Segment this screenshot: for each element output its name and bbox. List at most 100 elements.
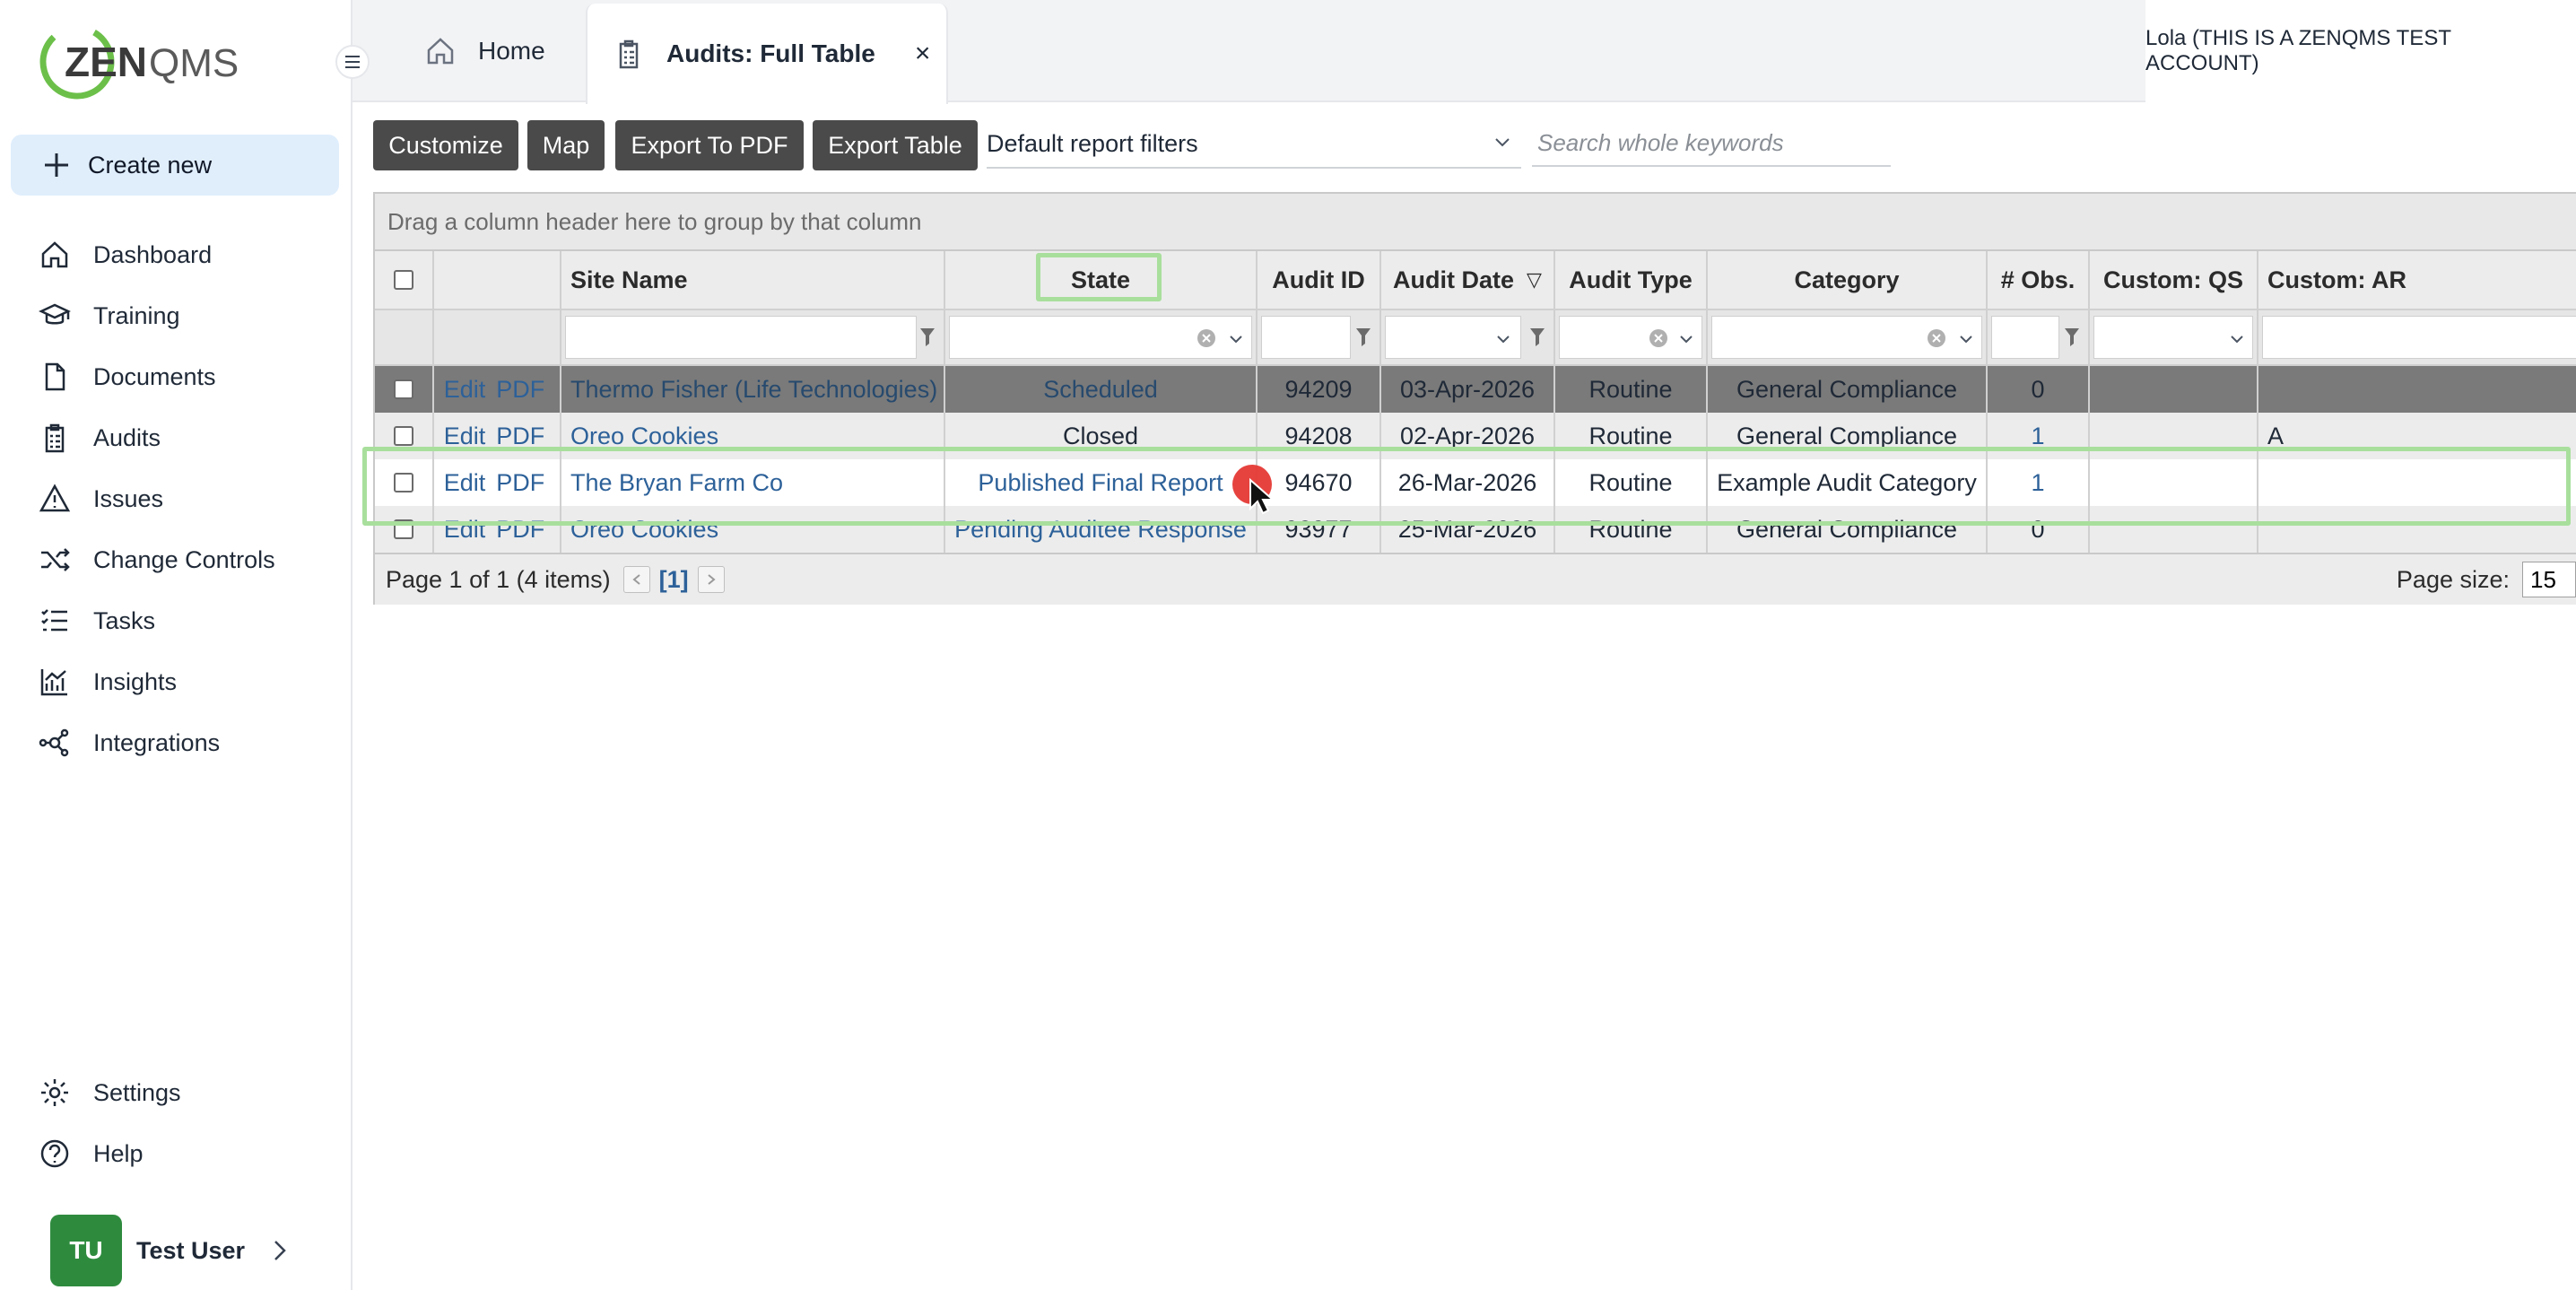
- clear-icon[interactable]: [1927, 328, 1946, 348]
- mouse-cursor-icon: [1249, 478, 1275, 515]
- sidebar-item-documents[interactable]: Documents: [0, 350, 352, 404]
- column-header-site-name[interactable]: Site Name: [561, 251, 945, 309]
- sidebar-item-tasks[interactable]: Tasks: [0, 594, 352, 648]
- create-new-button[interactable]: Create new: [11, 135, 339, 196]
- column-header-state[interactable]: State: [945, 251, 1258, 309]
- cell-state[interactable]: Published Final Report: [978, 469, 1223, 497]
- row-checkbox[interactable]: [394, 426, 413, 446]
- map-button[interactable]: Map: [527, 120, 605, 170]
- pdf-link[interactable]: PDF: [496, 376, 544, 404]
- cell-site[interactable]: Oreo Cookies: [570, 516, 718, 544]
- edit-link[interactable]: Edit: [444, 376, 486, 404]
- column-header-custom-ar[interactable]: Custom: AR: [2258, 251, 2576, 309]
- group-by-panel[interactable]: Drag a column header here to group by th…: [375, 194, 2576, 251]
- column-header-audit-date[interactable]: Audit Date ▽: [1381, 251, 1555, 309]
- table-row[interactable]: Edit PDF Oreo Cookies Closed 94208 02-Apr-202…: [375, 413, 2576, 459]
- prev-page-button[interactable]: [622, 566, 650, 593]
- report-filter-select[interactable]: Default report filters: [987, 120, 1521, 169]
- edit-link[interactable]: Edit: [444, 469, 486, 497]
- cell-site[interactable]: Thermo Fisher (Life Technologies): [570, 376, 937, 404]
- cell-site[interactable]: The Bryan Farm Co: [570, 469, 783, 497]
- sidebar-item-change-controls[interactable]: Change Controls: [0, 533, 352, 587]
- column-header-audit-id[interactable]: Audit ID: [1258, 251, 1381, 309]
- svg-text:ZEN: ZEN: [65, 39, 147, 85]
- row-checkbox[interactable]: [394, 519, 413, 539]
- cell-ar-container: A: [2258, 413, 2576, 459]
- sidebar-item-audits[interactable]: Audits: [0, 411, 352, 465]
- custom-ar-filter-input[interactable]: [2262, 316, 2576, 359]
- obs-filter-input[interactable]: [1991, 316, 2059, 359]
- pdf-link[interactable]: PDF: [496, 469, 544, 497]
- report-filter-value: Default report filters: [987, 129, 1198, 157]
- clear-icon[interactable]: [1197, 328, 1216, 348]
- sidebar-item-integrations[interactable]: Integrations: [0, 716, 352, 770]
- clear-icon[interactable]: [1649, 328, 1668, 348]
- table-row[interactable]: Edit PDF The Bryan Farm Co Published Final …: [375, 459, 2576, 506]
- cell-site[interactable]: Oreo Cookies: [570, 423, 718, 450]
- cell-obs-container: 1: [1988, 459, 2090, 506]
- cell-obs[interactable]: 1: [2031, 469, 2044, 497]
- chevron-down-icon[interactable]: [1677, 330, 1695, 348]
- user-menu[interactable]: TU Test User: [50, 1215, 319, 1286]
- clipboard-icon: [38, 421, 72, 455]
- select-all-checkbox[interactable]: [394, 270, 413, 290]
- audit-id-filter-input[interactable]: [1261, 316, 1351, 359]
- sidebar-item-dashboard[interactable]: Dashboard: [0, 228, 352, 282]
- zenqms-logo[interactable]: ZEN QMS: [38, 22, 244, 102]
- account-name[interactable]: Lola (THIS IS A ZENQMS TEST ACCOUNT): [2145, 0, 2576, 102]
- help-icon: [38, 1137, 72, 1171]
- export-table-button[interactable]: Export Table: [813, 120, 978, 170]
- tab-home[interactable]: Home: [424, 0, 613, 102]
- row-checkbox[interactable]: [394, 379, 413, 399]
- cell-qs-container: [2090, 459, 2258, 506]
- chevron-down-icon[interactable]: [1227, 330, 1245, 348]
- filter-icon[interactable]: [918, 327, 936, 348]
- filter-icon[interactable]: [1354, 327, 1372, 348]
- next-page-button[interactable]: [697, 566, 725, 593]
- cell-state-container: Closed: [945, 413, 1258, 459]
- filter-icon[interactable]: [2063, 327, 2081, 348]
- sidebar-collapse-button[interactable]: [335, 45, 370, 79]
- edit-link[interactable]: Edit: [444, 516, 486, 544]
- cell-obs[interactable]: 1: [2031, 423, 2044, 450]
- sidebar-item-label: Help: [93, 1139, 144, 1167]
- tab-label: Home: [478, 37, 545, 65]
- site-name-filter-input[interactable]: [565, 316, 917, 359]
- cell-ar-container: [2258, 366, 2576, 413]
- cell-state[interactable]: Scheduled: [1043, 376, 1158, 404]
- column-header-audit-type[interactable]: Audit Type: [1555, 251, 1708, 309]
- edit-link[interactable]: Edit: [444, 423, 486, 450]
- filter-icon[interactable]: [1528, 327, 1546, 348]
- page-size-input[interactable]: [2522, 562, 2576, 597]
- export-pdf-button[interactable]: Export To PDF: [615, 120, 804, 170]
- chevron-down-icon[interactable]: [1957, 330, 1975, 348]
- customize-button[interactable]: Customize: [373, 120, 518, 170]
- column-header-obs[interactable]: # Obs.: [1988, 251, 2090, 309]
- keyword-search-input[interactable]: [1532, 120, 1891, 167]
- pdf-link[interactable]: PDF: [496, 516, 544, 544]
- sidebar-item-settings[interactable]: Settings: [0, 1066, 352, 1120]
- cell-obs-container: 0: [1988, 366, 2090, 413]
- chevron-down-icon[interactable]: [1494, 330, 1512, 348]
- pdf-link[interactable]: PDF: [496, 423, 544, 450]
- sidebar-item-training[interactable]: Training: [0, 289, 352, 343]
- column-header-category[interactable]: Category: [1708, 251, 1988, 309]
- close-icon[interactable]: ×: [915, 39, 931, 69]
- tab-audits-full-table[interactable]: Audits: Full Table ×: [586, 4, 948, 104]
- svg-text:QMS: QMS: [149, 41, 239, 85]
- sidebar-item-issues[interactable]: Issues: [0, 472, 352, 526]
- sidebar-item-help[interactable]: Help: [0, 1127, 352, 1181]
- table-row[interactable]: Edit PDF Oreo Cookies Pending Auditee Respo…: [375, 506, 2576, 553]
- row-checkbox[interactable]: [394, 473, 413, 492]
- page-1-link[interactable]: [1]: [659, 566, 689, 594]
- cell-category-container: General Compliance: [1708, 413, 1988, 459]
- chevron-down-icon[interactable]: [2228, 330, 2246, 348]
- table-row[interactable]: Edit PDF Thermo Fisher (Life Technologies)…: [375, 366, 2576, 413]
- column-header-custom-qs[interactable]: Custom: QS: [2090, 251, 2258, 309]
- sort-descending-icon: ▽: [1527, 268, 1542, 291]
- cell-category-container: General Compliance: [1708, 366, 1988, 413]
- sidebar-item-insights[interactable]: Insights: [0, 655, 352, 709]
- cell-obs: 0: [2031, 515, 2045, 543]
- cell-state[interactable]: Pending Auditee Response: [954, 516, 1247, 544]
- row-select-cell: [375, 506, 434, 553]
